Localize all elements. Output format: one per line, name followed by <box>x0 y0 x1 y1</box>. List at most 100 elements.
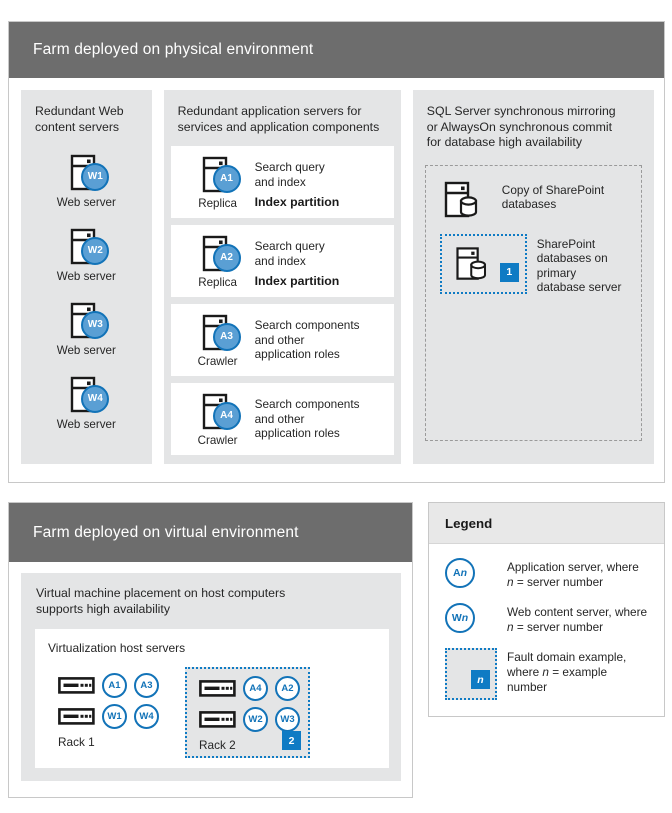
app-desc-line-1: Search query <box>254 239 325 253</box>
vm-tag-badge: A1 <box>102 673 127 698</box>
app-desc-line-1: Search components <box>254 397 360 411</box>
legend-items: An Application server, where n = server … <box>429 544 664 710</box>
rack-row-web: W1 W4 <box>58 704 159 729</box>
legend-key-app: An <box>445 558 507 588</box>
primary-database-row: 1 SharePoint databases on primary databa… <box>439 233 631 295</box>
virtual-farm-title: Farm deployed on virtual environment <box>9 503 412 562</box>
host-server-icon <box>199 680 236 697</box>
rack-label: Rack 1 <box>58 735 95 749</box>
host-server-icon <box>199 711 236 728</box>
virtualization-hosts-box: Virtualization host servers A1 A3 W1 W4 … <box>35 629 389 768</box>
legend-key-suffix: n <box>461 611 469 624</box>
legend-item-fault-domain: n Fault domain example, where n = exampl… <box>445 648 654 700</box>
copy-database-row: Copy of SharePoint databases <box>440 180 631 220</box>
app-server-description: Search query and index Index partition <box>255 155 340 209</box>
app-desc-line-3: application roles <box>254 426 340 440</box>
sql-panel-title: SQL Server synchronous mirroring or Alwa… <box>426 104 616 149</box>
app-server-description: Search components and other application … <box>255 392 360 441</box>
app-desc-line-3: application roles <box>254 347 340 361</box>
vm-tag-badge: A3 <box>134 673 159 698</box>
rack-row-app: A1 A3 <box>58 673 159 698</box>
rack-row-web: W2 W3 <box>199 707 300 732</box>
app-server-row: A3 Crawler Search components and other a… <box>170 304 394 376</box>
web-server-caption: Web server <box>56 270 116 283</box>
server-icon: W3 <box>63 301 110 341</box>
legend-text-web: Web content server, where n = server num… <box>507 603 647 635</box>
app-server-icon-group: A2 Replica <box>181 234 255 289</box>
app-desc-line-2: and other <box>254 332 305 347</box>
app-server-caption: Replica <box>198 276 237 289</box>
legend-text-app: Application server, where n = server num… <box>507 558 639 590</box>
app-desc-line-2: and other <box>254 411 305 426</box>
database-server-icon <box>456 246 486 280</box>
rack-item-fault-domain: A4 A2 W2 W3 Rack 2 2 <box>185 667 310 758</box>
vm-placement-panel: Virtual machine placement on host comput… <box>21 573 401 781</box>
legend-key-web: Wn <box>445 603 507 633</box>
legend-line-2: n = server number <box>507 575 639 590</box>
app-server-tag-badge: A4 <box>212 402 241 430</box>
legend-panel: Legend An Application server, where n = … <box>428 502 665 717</box>
server-icon: A3 <box>195 313 241 353</box>
app-desc-line-2: and index <box>254 174 306 189</box>
legend-key-prefix: W <box>451 611 462 624</box>
primary-database-label: SharePoint databases on primary database… <box>536 236 622 295</box>
fault-domain-box: 1 <box>439 233 527 294</box>
physical-farm-section: Farm deployed on physical environment Re… <box>8 21 665 483</box>
legend-item-app-server: An Application server, where n = server … <box>445 558 654 590</box>
app-server-caption: Crawler <box>197 355 238 368</box>
app-panel-title: Redundant application servers for servic… <box>177 104 380 134</box>
app-server-description: Search components and other application … <box>255 313 360 362</box>
app-server-caption: Crawler <box>197 434 238 447</box>
app-servers-panel: Redundant application servers for servic… <box>163 90 401 464</box>
app-server-icon-group: A4 Crawler <box>181 392 255 447</box>
legend-line-2-post: = example <box>548 665 608 679</box>
vm-tag-badge: W1 <box>102 704 127 729</box>
server-icon: W2 <box>63 227 110 267</box>
server-icon: W4 <box>63 375 110 415</box>
web-server-list: W1 Web server W2 Web server W3 Web serve… <box>21 135 152 431</box>
virtualization-hosts-title: Virtualization host servers <box>48 641 186 655</box>
legend-line-2-post: = server number <box>513 620 604 634</box>
fault-domain-legend-icon: n <box>445 648 497 700</box>
server-icon: A4 <box>195 392 241 432</box>
host-server-icon <box>58 677 95 694</box>
sql-servers-panel: SQL Server synchronous mirroring or Alwa… <box>412 90 654 464</box>
app-server-icon-group: A1 Replica <box>181 155 255 210</box>
rack-row-app: A4 A2 <box>199 676 300 701</box>
web-server-item: W2 Web server <box>21 227 152 283</box>
vm-tag-badge: A2 <box>275 676 300 701</box>
app-server-row: A2 Replica Search query and index Index … <box>170 225 394 297</box>
web-servers-panel: Redundant Web content servers W1 Web ser… <box>21 90 152 464</box>
fault-domain-badge: 1 <box>499 262 519 282</box>
legend-line-2: n = server number <box>507 620 647 635</box>
vm-tag-badge: W4 <box>134 704 159 729</box>
app-desc-strong: Index partition <box>254 195 340 209</box>
legend-line-2-post: = server number <box>513 575 604 589</box>
web-server-caption: Web server <box>56 196 116 209</box>
diagram-canvas: Farm deployed on physical environment Re… <box>0 0 672 813</box>
fault-domain-legend-badge: n <box>471 670 490 689</box>
vm-tag-badge: W2 <box>243 707 268 732</box>
virtual-farm-body: Virtual machine placement on host comput… <box>9 562 412 793</box>
database-server-icon <box>444 181 477 217</box>
vm-tag-badge: W3 <box>275 707 300 732</box>
app-desc-line-1: Search components <box>254 318 360 332</box>
vm-placement-title: Virtual machine placement on host comput… <box>36 586 286 616</box>
legend-line-1: Fault domain example, <box>507 650 627 664</box>
legend-line-2: where n = example <box>507 665 626 680</box>
app-server-row: A4 Crawler Search components and other a… <box>170 383 394 455</box>
app-server-row: A1 Replica Search query and index Index … <box>170 146 394 218</box>
mirroring-group: Copy of SharePoint databases 1 SharePoin… <box>424 164 642 441</box>
fault-domain-badge: 2 <box>282 731 301 750</box>
web-server-item: W3 Web server <box>21 301 152 357</box>
legend-line-2-pre: where <box>507 665 543 679</box>
rack-item: A1 A3 W1 W4 Rack 1 <box>48 667 169 758</box>
copy-database-label: Copy of SharePoint databases <box>501 182 605 212</box>
rack-list: A1 A3 W1 W4 Rack 1 A4 A2 W2 W3 Rack 2 2 <box>48 667 389 758</box>
app-server-icon-group: A3 Crawler <box>181 313 255 368</box>
app-server-tag-badge: A2 <box>212 244 241 272</box>
legend-line-1: Application server, where <box>507 560 639 574</box>
app-server-list: A1 Replica Search query and index Index … <box>164 135 401 464</box>
app-desc-line-2: and index <box>254 253 306 268</box>
legend-key-suffix: n <box>460 566 467 579</box>
